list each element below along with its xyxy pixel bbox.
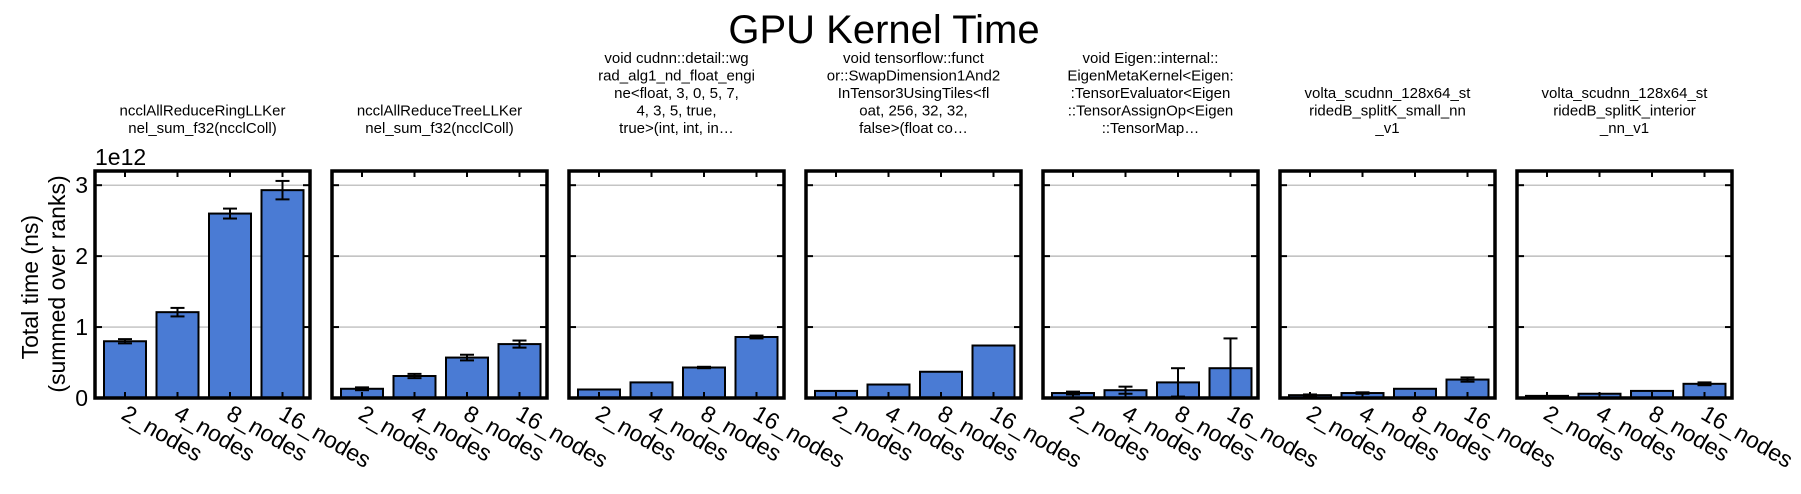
subplot-title-line: InTensor3UsingTiles<fl xyxy=(838,85,990,102)
bar xyxy=(260,189,305,399)
bar xyxy=(445,356,489,399)
subplot-title-line: ridedB_splitK_small_nn xyxy=(1309,103,1466,120)
bar xyxy=(497,343,542,399)
bar xyxy=(208,212,252,399)
subplot-title-line: void tensorflow::funct xyxy=(843,50,985,67)
subplot-title-line: or::SwapDimension1And2 xyxy=(827,68,1000,85)
y-axis-label-line-1: Total time (ns) xyxy=(17,215,43,359)
figure: GPU Kernel Time Total time (ns) (summed … xyxy=(0,0,1801,494)
subplot-title-line: ::TensorAssignOp<Eigen xyxy=(1068,103,1234,120)
axes-frame xyxy=(1041,169,1260,400)
y-tick-label: 2 xyxy=(75,243,88,269)
bar xyxy=(734,335,779,399)
bar xyxy=(971,344,1016,400)
subplot-title-line: nel_sum_f32(ncclColl) xyxy=(128,120,276,137)
subplot-title-line: rad_alg1_nd_float_engi xyxy=(598,68,755,85)
subplot-7: volta_scudnn_128x64_stridedB_splitK_inte… xyxy=(1515,85,1798,473)
y-axis-label: Total time (ns) (summed over ranks) xyxy=(17,175,70,392)
subplot-title-line: volta_scudnn_128x64_st xyxy=(1542,85,1709,102)
axes-frame xyxy=(1515,169,1734,400)
subplot-title-line: volta_scudnn_128x64_st xyxy=(1305,85,1472,102)
subplot-title-line: void cudnn::detail::wg xyxy=(604,50,748,67)
subplot-title-line: true>(int, int, in… xyxy=(619,120,734,137)
subplot-title-line: :TensorEvaluator<Eigen xyxy=(1071,85,1231,102)
subplot-title-line: false>(float co… xyxy=(859,120,968,137)
subplot-panels: ncclAllReduceRingLLKernel_sum_f32(ncclCo… xyxy=(75,50,1797,473)
subplot-title-line: nel_sum_f32(ncclColl) xyxy=(365,120,513,137)
subplot-title-line: _nn_v1 xyxy=(1599,120,1649,137)
subplot-title-line: _v1 xyxy=(1374,120,1399,137)
subplot-title-line: oat, 256, 32, 32, xyxy=(859,103,967,120)
chart-canvas: GPU Kernel Time Total time (ns) (summed … xyxy=(17,8,1798,473)
subplot-title-line: ncclAllReduceTreeLLKer xyxy=(357,103,522,120)
subplot-title-line: ne<float, 3, 0, 5, 7, xyxy=(614,85,739,102)
bar xyxy=(155,311,200,399)
bar xyxy=(103,340,147,399)
subplot-title-line: ncclAllReduceRingLLKer xyxy=(120,103,286,120)
chart-title: GPU Kernel Time xyxy=(728,8,1039,52)
subplot-title-line: 4, 3, 5, true, xyxy=(636,103,716,120)
y-axis-scale-multiplier: 1e12 xyxy=(95,144,146,170)
subplot-title-line: ::TensorMap… xyxy=(1102,120,1200,137)
subplot-title-line: EigenMetaKernel<Eigen: xyxy=(1067,68,1233,85)
y-tick-label: 0 xyxy=(75,385,88,411)
y-tick-label: 3 xyxy=(75,172,88,198)
subplot-title-line: void Eigen::internal:: xyxy=(1083,50,1219,67)
subplot-title-line: ridedB_splitK_interior xyxy=(1553,103,1696,120)
y-axis-label-line-2: (summed over ranks) xyxy=(44,175,70,392)
axes-frame xyxy=(1278,169,1497,400)
y-tick-label: 1 xyxy=(75,314,88,340)
